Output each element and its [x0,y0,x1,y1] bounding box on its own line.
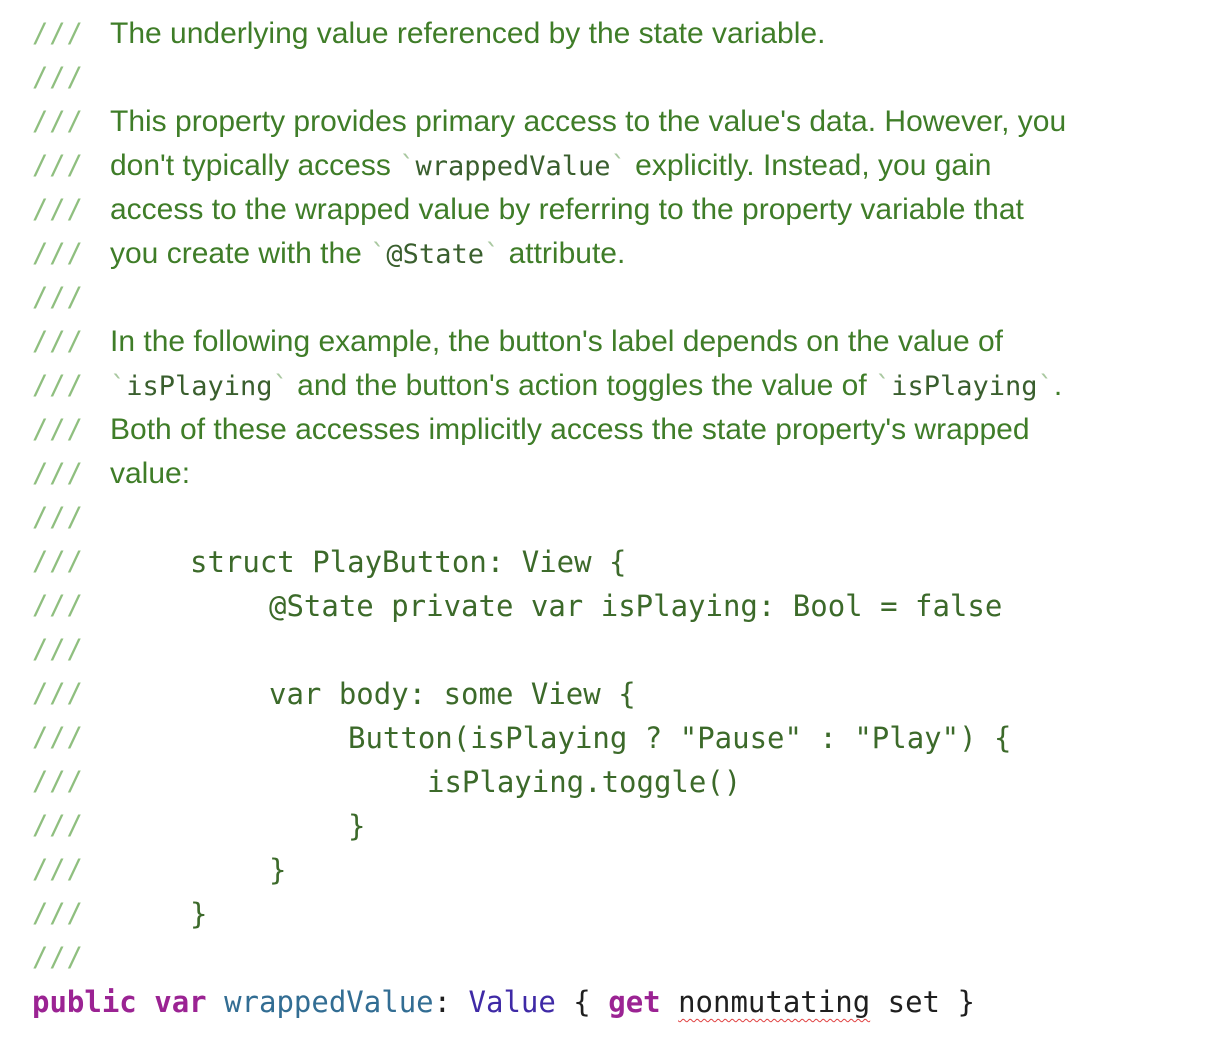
code-line: /// The underlying value referenced by t… [0,12,1218,56]
comment-prefix: /// [32,942,84,973]
inline-code: wrappedValue [415,151,611,182]
code-line: /// } [0,804,1218,848]
doc-text-segment: and the button's action toggles the valu… [288,369,875,402]
doc-text-segment: don't typically access [110,149,400,182]
doc-text-segment: you create with the [110,237,371,270]
comment-prefix: /// [32,810,84,841]
inline-code: @State [386,239,484,270]
code-line: /// This property provides primary acces… [0,100,1218,144]
set-close: set } [870,985,975,1019]
backtick: ` [483,239,501,270]
backtick: ` [1037,371,1054,402]
doc-text: In the following example, the button's l… [110,325,1004,358]
comment-prefix: /// [32,18,84,49]
code-line: /// don't typically access `wrappedValue… [0,144,1218,188]
doc-summary: The underlying value referenced by the s… [110,17,826,50]
code-line: /// access to the wrapped value by refer… [0,188,1218,232]
comment-prefix: /// [32,238,84,269]
doc-text-segment: . [1053,369,1063,402]
keyword-get: get [608,985,661,1019]
backtick: ` [110,371,127,402]
comment-prefix: /// [32,106,84,137]
code-line: /// `isPlaying` and the button's action … [0,364,1218,408]
example-code: } [269,853,287,887]
doc-text-segment: attribute. [500,237,626,270]
comment-prefix: /// [32,194,84,225]
code-line: /// } [0,848,1218,892]
example-code: Button(isPlaying ? "Pause" : "Play") { [348,721,1012,755]
doc-text: This property provides primary access to… [110,105,1067,138]
example-code: } [190,897,208,931]
comment-prefix: /// [32,722,84,753]
code-line: /// value: [0,452,1218,496]
example-code: var body: some View { [269,677,636,711]
keyword-public: public [32,985,137,1019]
example-code: @State private var isPlaying: Bool = fal… [269,589,1003,623]
backtick: ` [399,151,416,182]
doc-text: Both of these accesses implicitly access… [110,413,1030,446]
comment-prefix: /// [32,898,84,929]
example-code: struct PlayButton: View { [190,545,627,579]
code-line: /// [0,56,1218,100]
inline-code: isPlaying [126,371,273,402]
open-brace: { [555,985,609,1019]
backtick: ` [875,371,892,402]
code-line: /// } [0,892,1218,936]
comment-prefix: /// [32,854,84,885]
comment-prefix: /// [32,62,84,93]
code-line: /// [0,496,1218,540]
colon: : [433,985,469,1019]
property-declaration: public var wrappedValue: Value { get non… [32,984,975,1020]
comment-prefix: /// [32,502,84,533]
code-line: /// you create with the `@State` attribu… [0,232,1218,276]
example-code: isPlaying.toggle() [427,765,742,799]
comment-prefix: /// [32,326,84,357]
doc-text: `isPlaying` and the button's action togg… [110,368,1062,405]
keyword-var: var [154,985,207,1019]
example-code: } [348,809,366,843]
property-name[interactable]: wrappedValue [224,985,434,1019]
backtick: ` [272,371,289,402]
comment-prefix: /// [32,546,84,577]
comment-prefix: /// [32,634,84,665]
comment-prefix: /// [32,766,84,797]
backtick: ` [610,151,627,182]
doc-text-segment: explicitly. Instead, you gain [626,149,992,182]
comment-prefix: /// [32,590,84,621]
spelling-error-word[interactable]: nonmutating [678,985,870,1019]
code-line: /// @State private var isPlaying: Bool =… [0,584,1218,628]
type-name[interactable]: Value [469,985,556,1019]
code-line: /// [0,628,1218,672]
backtick: ` [370,239,387,270]
doc-text: you create with the `@State` attribute. [110,236,625,273]
code-line: /// isPlaying.toggle() [0,760,1218,804]
comment-prefix: /// [32,150,84,181]
inline-code: isPlaying [891,371,1038,402]
code-line: /// In the following example, the button… [0,320,1218,364]
code-line: /// struct PlayButton: View { [0,540,1218,584]
code-line: /// Both of these accesses implicitly ac… [0,408,1218,452]
comment-prefix: /// [32,282,84,313]
doc-text: don't typically access `wrappedValue` ex… [110,148,991,185]
doc-text: access to the wrapped value by referring… [110,193,1024,226]
comment-prefix: /// [32,370,84,401]
doc-text: value: [110,457,191,490]
code-editor[interactable]: /// The underlying value referenced by t… [0,12,1218,1024]
code-line: /// var body: some View { [0,672,1218,716]
comment-prefix: /// [32,458,84,489]
code-line: /// [0,276,1218,320]
declaration-line[interactable]: public var wrappedValue: Value { get non… [0,980,1218,1024]
comment-prefix: /// [32,678,84,709]
code-line: /// Button(isPlaying ? "Pause" : "Play")… [0,716,1218,760]
code-line: /// [0,936,1218,980]
comment-prefix: /// [32,414,84,445]
